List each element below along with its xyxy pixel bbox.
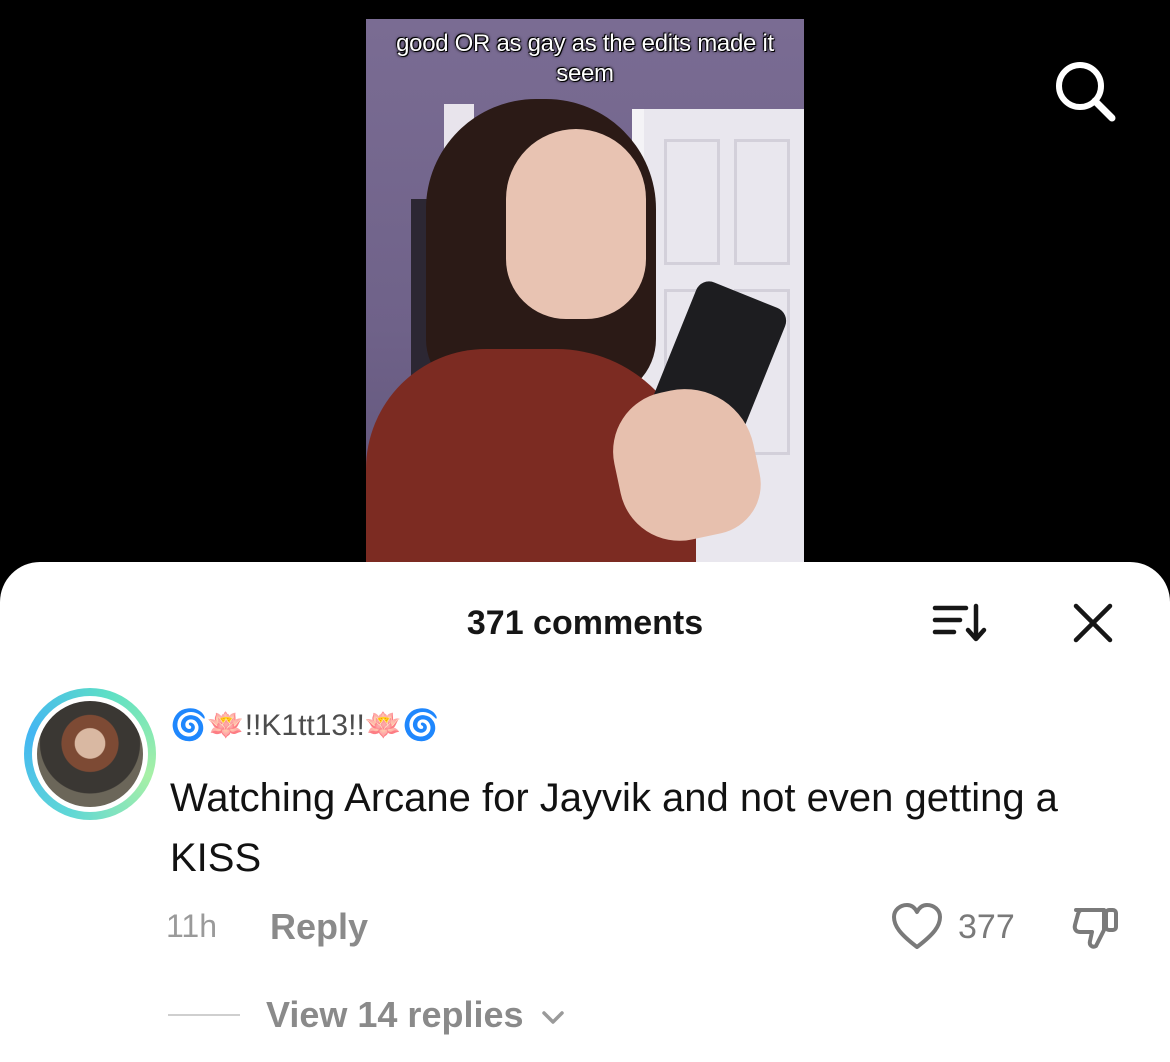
avatar[interactable] xyxy=(24,688,156,820)
video-caption: good OR as gay as the edits made it seem xyxy=(396,30,774,87)
sort-button[interactable] xyxy=(930,600,990,646)
like-button[interactable] xyxy=(890,902,944,952)
comments-count-title: 371 comments xyxy=(466,604,704,642)
chevron-down-icon xyxy=(541,1011,564,1025)
search-icon xyxy=(1056,62,1116,122)
close-icon xyxy=(1073,603,1113,643)
dislike-button[interactable] xyxy=(1070,902,1122,954)
video-thumbnail[interactable]: good OR as gay as the edits made it seem xyxy=(366,19,804,579)
video-area[interactable]: good OR as gay as the edits made it seem xyxy=(0,0,1170,600)
like-count: 377 xyxy=(958,908,1015,946)
thumbs-down-icon xyxy=(1072,908,1118,949)
sort-icon xyxy=(932,603,987,642)
replies-divider xyxy=(168,1014,240,1016)
search-button[interactable] xyxy=(1050,58,1120,122)
heart-icon xyxy=(892,903,942,949)
comment-username[interactable]: 🌀🪷!!K1tt13!!🪷🌀 xyxy=(170,708,440,743)
comment-timestamp: 11h xyxy=(166,908,218,944)
comment-text: Watching Arcane for Jayvik and not even … xyxy=(170,776,1058,880)
close-button[interactable] xyxy=(1070,600,1116,646)
reply-button[interactable]: Reply xyxy=(270,906,368,948)
avatar-image xyxy=(32,696,148,812)
view-replies-button[interactable]: View 14 replies xyxy=(266,994,566,1036)
view-replies-label: View 14 replies xyxy=(266,994,524,1035)
person-face xyxy=(506,129,646,319)
